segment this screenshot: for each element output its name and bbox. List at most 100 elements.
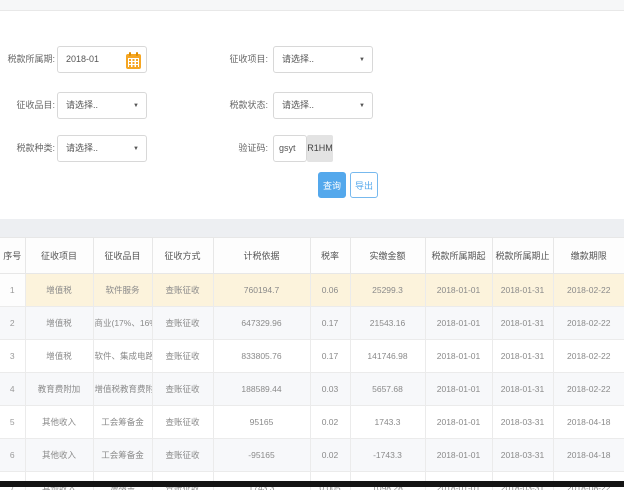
- table-cell: 1743.3: [350, 405, 426, 439]
- table-row[interactable]: 3 增值税 软件、集成电路 查账征收 833805.76 0.17 141746.98 201…: [0, 339, 624, 373]
- table-cell: 3: [0, 339, 26, 373]
- table-cell: 2018-01-01: [425, 405, 493, 439]
- table-row[interactable]: 5 其他收入 工会筹备金 查账征收 95165 0.02 1743.3 2018-01-01 2…: [0, 405, 624, 439]
- table-cell: 2018-01-31: [492, 372, 554, 406]
- table-cell: 查账征收: [152, 306, 214, 340]
- table-cell: 教育费附加: [25, 372, 94, 406]
- captcha-input[interactable]: gsyt: [273, 135, 307, 162]
- tax-period-input[interactable]: 2018-01: [57, 46, 147, 73]
- table-cell: 0.17: [310, 306, 351, 340]
- section-divider: [0, 219, 624, 237]
- column-header: 税率: [310, 237, 351, 274]
- table-cell: 查账征收: [152, 273, 214, 307]
- chevron-down-icon: ▼: [359, 57, 365, 63]
- table-cell: 软件服务: [93, 273, 153, 307]
- levy-item-value: 请选择..: [282, 54, 315, 64]
- table-cell: 2018-02-22: [553, 273, 624, 307]
- query-button[interactable]: 查询: [318, 172, 346, 198]
- table-cell: 2018-02-22: [553, 306, 624, 340]
- tax-status-select[interactable]: 请选择.. ▼: [273, 92, 373, 119]
- table-cell: 2018-04-18: [553, 438, 624, 472]
- table-cell: 商业(17%、16%): [93, 306, 153, 340]
- table-cell: 2018-01-01: [425, 273, 493, 307]
- table-cell: 2018-01-01: [425, 438, 493, 472]
- table-cell: 5: [0, 405, 26, 439]
- table-cell: 0.17: [310, 339, 351, 373]
- column-header: 税款所属期起: [425, 237, 493, 274]
- table-cell: 增值税: [25, 306, 94, 340]
- top-divider: [0, 0, 624, 11]
- table-cell: 2018-01-31: [492, 306, 554, 340]
- table-cell: 760194.7: [213, 273, 311, 307]
- column-header: 征收方式: [152, 237, 214, 274]
- table-cell: 95165: [213, 405, 311, 439]
- tax-type-label: 税款种类:: [16, 143, 55, 153]
- table-cell: 0.02: [310, 438, 351, 472]
- table-cell: 2018-01-01: [425, 339, 493, 373]
- filter-panel: 税款所属期: 2018-01 征收品目: 请选择.. ▼ 税款种类: 请选择..…: [0, 11, 624, 219]
- table-row[interactable]: 2增值税商业(17%、16%)查账征收647329.960.1721543.16…: [0, 306, 624, 340]
- table-cell: 2018-03-31: [492, 405, 554, 439]
- table-cell: 2018-01-01: [425, 306, 493, 340]
- table-header-row: 序号 征收项目 征收品目 征收方式 计税依据 税率 实缴金额 税款所属期起 税款所属期止 缴款期限: [0, 237, 624, 274]
- table-cell: 2018-02-22: [553, 372, 624, 406]
- table-cell: 6: [0, 438, 26, 472]
- table-cell: 647329.96: [213, 306, 311, 340]
- table-cell: 2018-03-31: [492, 438, 554, 472]
- levy-subitem-label: 征收品目:: [16, 100, 55, 110]
- table-cell: 25299.3: [350, 273, 426, 307]
- levy-item-select[interactable]: 请选择.. ▼: [273, 46, 373, 73]
- table-cell: 增值税: [25, 339, 94, 373]
- table-cell: 工会筹备金: [93, 405, 153, 439]
- levy-subitem-select[interactable]: 请选择.. ▼: [57, 92, 147, 119]
- table-cell: 188589.44: [213, 372, 311, 406]
- export-button[interactable]: 导出: [350, 172, 378, 198]
- table-cell: 软件、集成电路: [93, 339, 153, 373]
- table-cell: 0.06: [310, 273, 351, 307]
- column-header: 征收项目: [25, 237, 94, 274]
- table-cell: 5657.68: [350, 372, 426, 406]
- captcha-label: 验证码:: [238, 143, 268, 153]
- tax-status-value: 请选择..: [282, 100, 315, 110]
- table-row[interactable]: 4教育费附加增值税教育费附加查账征收188589.440.035657.6820…: [0, 372, 624, 406]
- table-cell: 0.02: [310, 405, 351, 439]
- table-cell: 2018-02-22: [553, 339, 624, 373]
- table-row[interactable]: 6 其他收入 工会筹备金 查账征收 -95165 0.02 -1743.3 2018-01-0…: [0, 438, 624, 472]
- table-cell: 21543.16: [350, 306, 426, 340]
- tax-status-label: 税款状态:: [229, 100, 268, 110]
- table-cell: 查账征收: [152, 339, 214, 373]
- table-cell: 查账征收: [152, 372, 214, 406]
- table-cell: 查账征收: [152, 438, 214, 472]
- table-cell: 其他收入: [25, 405, 94, 439]
- levy-item-label: 征收项目:: [229, 54, 268, 64]
- table-cell: 2018-01-01: [425, 372, 493, 406]
- column-header: 计税依据: [213, 237, 311, 274]
- table-cell: -1743.3: [350, 438, 426, 472]
- tax-type-select[interactable]: 请选择.. ▼: [57, 135, 147, 162]
- table-cell: 0.03: [310, 372, 351, 406]
- table-row[interactable]: 1 增值税 软件服务 查账征收 760194.7 0.06 25299.3 2018-01-0…: [0, 273, 624, 307]
- chevron-down-icon: ▼: [359, 103, 365, 109]
- table-cell: 141746.98: [350, 339, 426, 373]
- table-cell: 4: [0, 372, 26, 406]
- levy-subitem-value: 请选择..: [66, 100, 99, 110]
- table-cell: 2018-04-18: [553, 405, 624, 439]
- window-bottom-edge: [0, 481, 624, 487]
- tax-query-screen: 税款所属期: 2018-01 征收品目: 请选择.. ▼ 税款种类: 请选择..…: [0, 0, 624, 490]
- results-table: 序号 征收项目 征收品目 征收方式 计税依据 税率 实缴金额 税款所属期起 税款所属期止 缴款期限…: [0, 237, 624, 490]
- chevron-down-icon: ▼: [133, 103, 139, 109]
- table-cell: 2: [0, 306, 26, 340]
- table-cell: -95165: [213, 438, 311, 472]
- captcha-code[interactable]: R1HM: [307, 135, 333, 162]
- table-cell: 其他收入: [25, 438, 94, 472]
- table-cell: 2018-01-31: [492, 339, 554, 373]
- column-header: 税款所属期止: [492, 237, 554, 274]
- calendar-icon[interactable]: [126, 52, 141, 69]
- tax-type-value: 请选择..: [66, 143, 99, 153]
- tax-period-value: 2018-01: [66, 54, 100, 64]
- column-header: 缴款期限: [553, 237, 624, 274]
- tax-period-label: 税款所属期:: [7, 54, 55, 64]
- table-cell: 增值税教育费附加: [93, 372, 153, 406]
- column-header: 实缴金额: [350, 237, 426, 274]
- column-header: 征收品目: [93, 237, 153, 274]
